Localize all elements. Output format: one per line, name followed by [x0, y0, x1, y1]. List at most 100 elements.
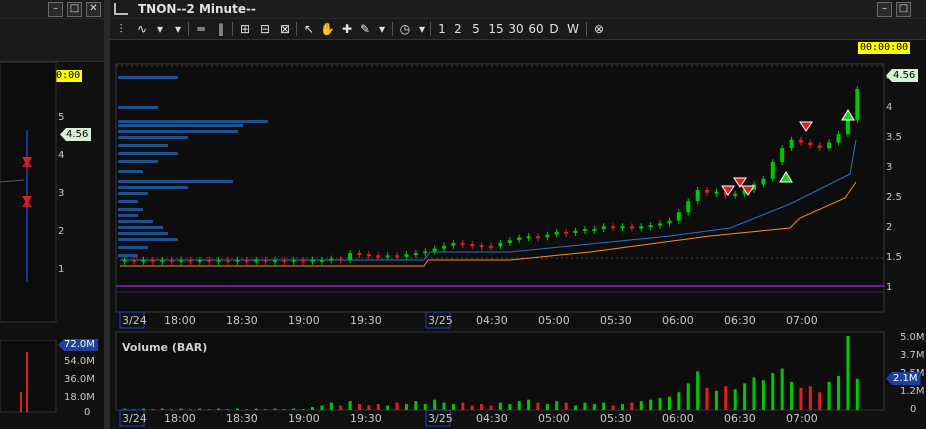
candle-body — [197, 259, 202, 262]
candle-body — [705, 189, 710, 193]
maximize-icon[interactable]: □ — [896, 2, 911, 17]
volume-bar — [508, 404, 512, 410]
volume-bar — [696, 371, 700, 410]
interval-button[interactable]: 5 — [470, 21, 482, 37]
profile-bar — [118, 136, 188, 139]
volume-bar — [226, 409, 230, 410]
candle-body — [761, 178, 766, 185]
volume-bar — [367, 405, 371, 410]
crosshair-icon[interactable]: ✚ — [340, 21, 354, 37]
candle-body — [517, 237, 522, 241]
candle-body — [592, 229, 597, 232]
candle-body — [451, 242, 456, 246]
vertical-lines-icon[interactable]: ‖ — [214, 21, 228, 37]
draw-menu-icon[interactable]: ▾ — [376, 21, 388, 37]
style-menu-icon[interactable]: ▾ — [154, 21, 166, 37]
volume-bar — [827, 381, 831, 410]
clock-icon[interactable]: ◷ — [398, 21, 412, 37]
volume-bar — [264, 409, 268, 410]
time-label: 3/25 — [428, 412, 453, 425]
interval-button[interactable]: 15 — [488, 21, 504, 37]
minimize-icon[interactable]: – — [877, 2, 892, 17]
pencil-icon[interactable]: ✎ — [358, 21, 372, 37]
hand-icon[interactable]: ✋ — [320, 21, 335, 37]
time-label: 18:00 — [164, 314, 196, 327]
candle-body — [188, 259, 193, 262]
volume-bar — [677, 392, 681, 410]
candle-body — [376, 255, 381, 258]
volume-bar — [301, 409, 305, 410]
candle-body — [413, 253, 418, 256]
time-label: 06:30 — [724, 412, 756, 425]
profile-bar — [118, 170, 143, 173]
candle-body — [526, 236, 531, 239]
left-last-price-text: 4.56 — [66, 129, 89, 140]
zoom-icon[interactable]: ⊠ — [278, 21, 292, 37]
volume-label: 0 — [910, 404, 916, 415]
candle-body — [395, 255, 400, 258]
candle-body — [780, 148, 785, 163]
left-price-label: 5 — [58, 112, 64, 123]
time-label: 05:30 — [600, 412, 632, 425]
minimize-icon[interactable]: – — [48, 2, 63, 17]
toolbar-separator — [188, 22, 189, 36]
left-price-label: 2 — [58, 226, 64, 237]
interval-menu-icon[interactable]: ▾ — [416, 21, 428, 37]
horizontal-lines-icon[interactable]: ═ — [194, 21, 208, 37]
fit-icon[interactable]: ⊟ — [258, 21, 272, 37]
candle-body — [629, 226, 634, 229]
volume-panel-title: Volume (BAR) — [122, 341, 208, 354]
volume-bar — [282, 409, 286, 410]
profile-bar — [118, 208, 143, 211]
candle-body — [836, 134, 841, 143]
interval-button[interactable]: D — [548, 21, 560, 37]
volume-bar — [151, 409, 155, 410]
toolbar-separator — [296, 22, 297, 36]
line-style-icon[interactable]: ∿ — [134, 21, 150, 37]
volume-bar — [574, 405, 578, 410]
profile-bar — [118, 226, 163, 229]
price-label: 1 — [886, 282, 892, 293]
interval-button[interactable]: 2 — [452, 21, 464, 37]
candle-body — [507, 240, 512, 243]
bar-style-icon[interactable]: ⫶ — [114, 21, 128, 37]
volume-bar — [292, 408, 296, 410]
profile-bar — [118, 254, 138, 257]
volume-bar — [790, 381, 794, 410]
cancel-icon[interactable]: ⊗ — [592, 21, 606, 37]
chevron-down-icon[interactable]: ▾ — [172, 21, 184, 37]
candle-body — [272, 259, 277, 262]
volume-bar — [583, 402, 587, 410]
volume-bar — [26, 352, 28, 412]
time-label: 07:00 — [786, 314, 818, 327]
volume-bar — [273, 408, 277, 410]
left-price-label: 1 — [58, 264, 64, 275]
volume-bar — [489, 405, 493, 410]
candle-body — [601, 226, 606, 230]
volume-bar — [714, 390, 718, 410]
profile-bar — [118, 76, 178, 79]
volume-bar — [592, 404, 596, 410]
left-volume-label: 36.0M — [64, 374, 95, 385]
volume-bar — [217, 408, 221, 410]
interval-button[interactable]: 30 — [508, 21, 524, 37]
time-label: 19:00 — [288, 412, 320, 425]
candle-body — [442, 245, 447, 249]
pointer-icon[interactable]: ↖ — [302, 21, 316, 37]
left-volume-label: 54.0M — [64, 356, 95, 367]
grid-icon[interactable]: ⊞ — [238, 21, 252, 37]
volume-bar — [611, 405, 615, 410]
toolbar-separator — [586, 22, 587, 36]
interval-button[interactable]: 1 — [436, 21, 448, 37]
close-icon[interactable]: ✕ — [86, 2, 101, 17]
profile-bar — [118, 106, 158, 109]
profile-bar — [118, 214, 138, 217]
price-label: 1.5 — [886, 252, 902, 263]
interval-button[interactable]: W — [566, 21, 580, 37]
maximize-icon[interactable]: □ — [67, 2, 82, 17]
candle-body — [141, 259, 146, 262]
window-title: TNON--2 Minute-- — [138, 2, 256, 16]
candle-body — [150, 259, 155, 262]
interval-button[interactable]: 60 — [528, 21, 544, 37]
volume-bar — [451, 404, 455, 410]
